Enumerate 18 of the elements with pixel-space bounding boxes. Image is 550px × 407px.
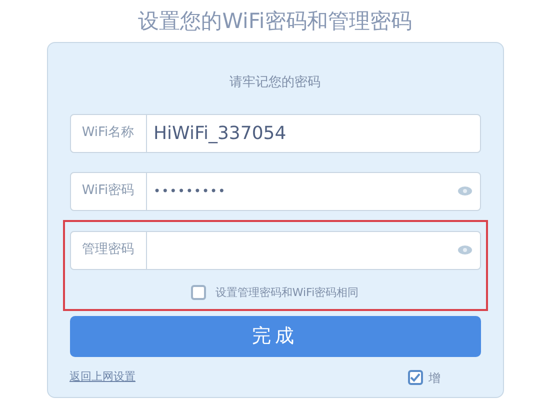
- checkbox-label: 设置管理密码和WiFi密码相同: [215, 284, 359, 300]
- input-field[interactable]: WiFi密码 •••••••••: [70, 172, 480, 210]
- checkbox-label: 增: [428, 370, 440, 386]
- checkbox[interactable]: [408, 370, 422, 385]
- field-label: 管理密码: [70, 232, 146, 268]
- field-value: HiWiFi_337054: [154, 122, 286, 146]
- field-label: WiFi名称: [70, 114, 146, 152]
- eye-icon[interactable]: [458, 186, 472, 196]
- back-link[interactable]: 返回上网设置: [70, 369, 136, 386]
- input-field[interactable]: WiFi名称 HiWiFi_337054: [70, 114, 480, 152]
- field-value: •••••••••: [154, 183, 226, 200]
- field-label: WiFi密码: [70, 172, 146, 210]
- checkbox[interactable]: [191, 285, 206, 300]
- subtitle: 请牢记您的密码: [230, 74, 320, 92]
- submit-button[interactable]: 完成: [70, 316, 480, 356]
- page-title: 设置您的WiFi密码和管理密码: [138, 8, 412, 35]
- input-field[interactable]: 管理密码: [70, 230, 480, 270]
- eye-icon[interactable]: [458, 245, 472, 255]
